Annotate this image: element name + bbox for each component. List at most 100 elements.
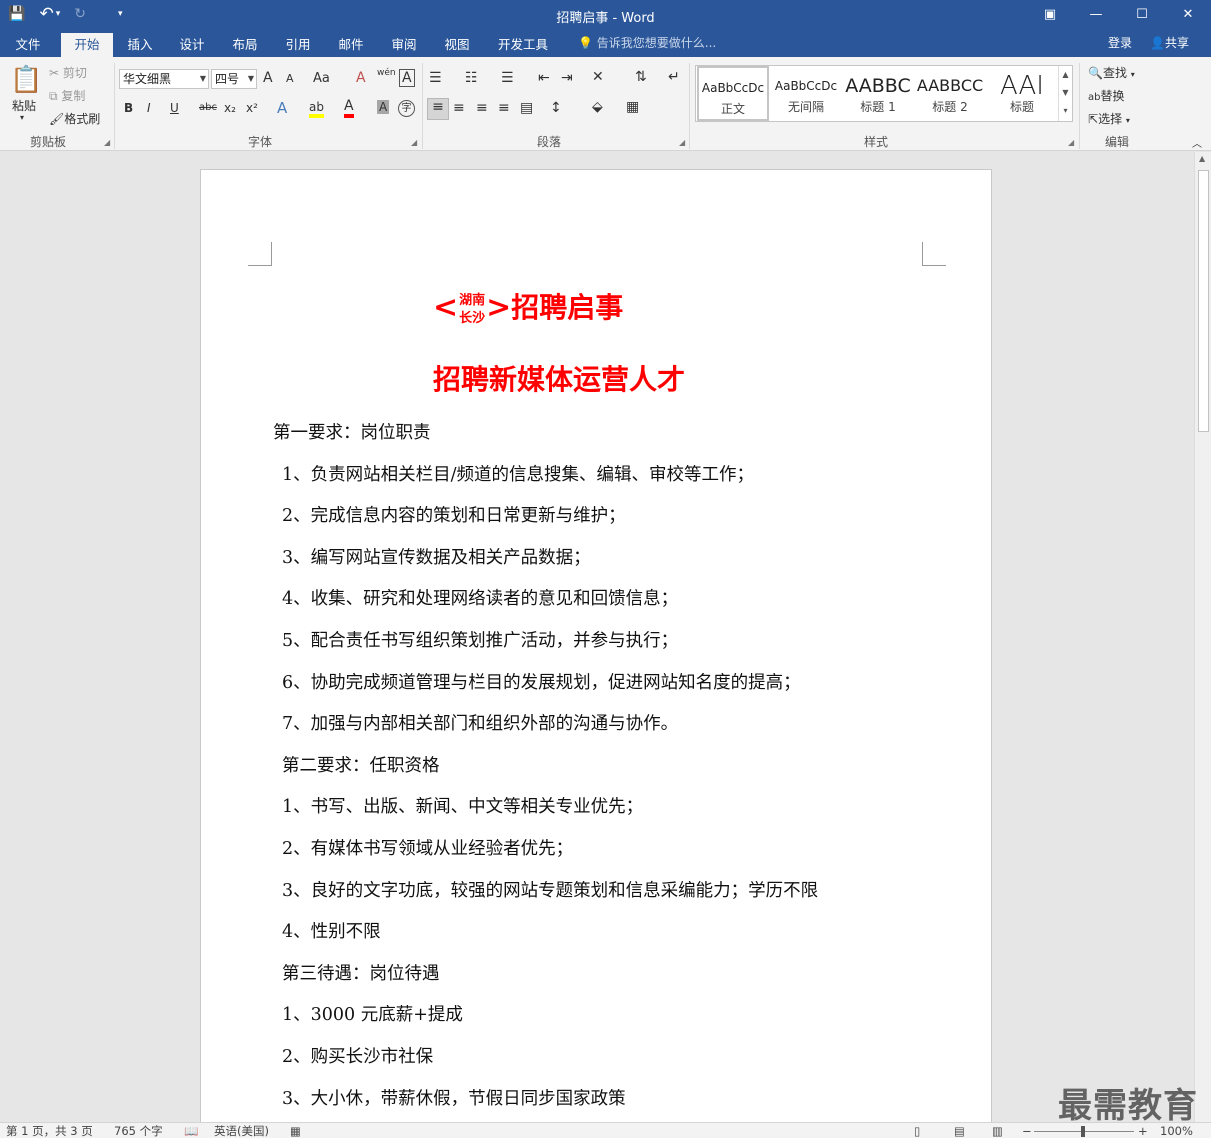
text-effects-button[interactable]: A bbox=[277, 99, 287, 117]
enclose-character-button[interactable]: 字 bbox=[398, 100, 415, 117]
list-item: 2、购买长沙市社保 bbox=[282, 1047, 434, 1067]
section-heading: 第三待遇：岗位待遇 bbox=[282, 964, 440, 984]
style-heading-2[interactable]: AABBCC 标题 2 bbox=[914, 66, 986, 121]
font-color-button[interactable]: A bbox=[344, 99, 354, 118]
style-name: 标题 2 bbox=[932, 100, 968, 114]
font-size-combo[interactable]: 四号 ▼ bbox=[211, 69, 257, 89]
character-border-button[interactable]: A bbox=[399, 69, 415, 87]
lightbulb-icon: 💡 bbox=[578, 36, 593, 50]
increase-indent-icon[interactable]: ⇥ bbox=[561, 70, 573, 86]
copy-button[interactable]: ⧉ 复制 bbox=[49, 87, 85, 104]
style-heading-1[interactable]: AABBC 标题 1 bbox=[842, 66, 914, 121]
italic-button[interactable]: I bbox=[147, 101, 151, 115]
grow-font-button[interactable]: A bbox=[263, 70, 273, 86]
sort-icon[interactable]: ⇅ bbox=[635, 69, 647, 85]
login-button[interactable]: 登录 bbox=[1108, 33, 1132, 53]
paragraph-launcher-icon[interactable]: ◢ bbox=[679, 138, 685, 147]
align-left-icon[interactable]: ≡ bbox=[427, 98, 449, 120]
web-layout-icon[interactable]: ▥ bbox=[992, 1124, 1003, 1138]
style-no-spacing[interactable]: AaBbCcDc 无间隔 bbox=[770, 66, 842, 121]
align-right-icon[interactable]: ≡ bbox=[476, 100, 488, 116]
tab-file[interactable]: 文件 bbox=[4, 33, 52, 57]
styles-scroll-icon[interactable]: ▲ ▼ ▾ bbox=[1058, 66, 1072, 121]
bold-button[interactable]: B bbox=[124, 101, 133, 115]
document-page[interactable]: <湖南 长沙>招聘启事 招聘新媒体运营人才 第一要求：岗位职责 1、负责网站相关栏… bbox=[200, 169, 992, 1122]
search-icon: 🔍 bbox=[1088, 66, 1103, 80]
maximize-button[interactable]: ☐ bbox=[1119, 0, 1165, 29]
list-item: 4、性别不限 bbox=[282, 922, 381, 942]
zoom-slider-thumb[interactable] bbox=[1081, 1126, 1085, 1137]
style-normal[interactable]: AaBbCcDc 正文 bbox=[697, 66, 769, 121]
cut-button[interactable]: ✂ 剪切 bbox=[49, 64, 87, 81]
replace-label: 替换 bbox=[1100, 89, 1125, 103]
tell-me-box[interactable]: 💡 告诉我您想要做什么... bbox=[578, 33, 716, 53]
read-mode-icon[interactable]: ▯ bbox=[914, 1124, 920, 1138]
highlight-button[interactable]: ab bbox=[309, 100, 324, 118]
minimize-button[interactable]: — bbox=[1073, 0, 1119, 29]
align-center-icon[interactable]: ≡ bbox=[453, 100, 465, 116]
tab-insert[interactable]: 插入 bbox=[116, 33, 164, 57]
vertical-scrollbar[interactable]: ▲ bbox=[1194, 152, 1211, 1122]
select-button[interactable]: ⇱选择 ▾ bbox=[1088, 110, 1130, 127]
multilevel-list-icon[interactable]: ☰ bbox=[501, 70, 514, 86]
asian-layout-icon[interactable]: ✕ bbox=[592, 69, 604, 85]
style-preview: AABBCC bbox=[916, 76, 984, 95]
shading-icon[interactable]: ⬙ bbox=[592, 99, 603, 115]
tab-view[interactable]: 视图 bbox=[433, 33, 481, 57]
underline-button[interactable]: U bbox=[170, 101, 179, 115]
tab-review[interactable]: 审阅 bbox=[380, 33, 428, 57]
print-layout-icon[interactable]: ▤ bbox=[954, 1124, 965, 1138]
document-canvas[interactable]: <湖南 长沙>招聘启事 招聘新媒体运营人才 第一要求：岗位职责 1、负责网站相关栏… bbox=[0, 152, 1194, 1122]
share-label: 共享 bbox=[1164, 36, 1189, 50]
find-button[interactable]: 🔍查找 ▾ bbox=[1088, 64, 1135, 81]
language-indicator[interactable]: 英语(美国) bbox=[214, 1124, 269, 1138]
subscript-button[interactable]: x₂ bbox=[224, 101, 236, 115]
zoom-level[interactable]: 100% bbox=[1160, 1124, 1193, 1138]
list-item: 3、大小休，带薪休假，节假日同步国家政策 bbox=[282, 1089, 626, 1109]
proofing-icon[interactable]: 📖 bbox=[184, 1124, 198, 1138]
word-count[interactable]: 765 个字 bbox=[114, 1124, 163, 1138]
zoom-out-button[interactable]: − bbox=[1022, 1124, 1032, 1138]
show-marks-icon[interactable]: ↵ bbox=[668, 69, 680, 85]
paste-icon[interactable]: 📋 bbox=[10, 65, 42, 95]
tab-references[interactable]: 引用 bbox=[274, 33, 322, 57]
tab-home[interactable]: 开始 bbox=[61, 33, 113, 57]
superscript-button[interactable]: x² bbox=[246, 101, 258, 115]
distributed-icon[interactable]: ▤ bbox=[520, 100, 533, 116]
format-painter-button[interactable]: 🖌格式刷 bbox=[49, 110, 100, 127]
style-title[interactable]: AAI 标题 bbox=[986, 66, 1058, 121]
tab-design[interactable]: 设计 bbox=[168, 33, 216, 57]
scrollbar-thumb[interactable] bbox=[1198, 170, 1209, 432]
tab-layout[interactable]: 布局 bbox=[221, 33, 269, 57]
line-spacing-icon[interactable]: ↕ bbox=[550, 100, 562, 116]
tab-mailings[interactable]: 邮件 bbox=[327, 33, 375, 57]
character-shading-button[interactable]: A bbox=[377, 100, 390, 114]
ribbon-display-icon[interactable]: ▣ bbox=[1027, 0, 1073, 29]
close-button[interactable]: ✕ bbox=[1165, 0, 1211, 29]
justify-icon[interactable]: ≡ bbox=[498, 100, 510, 116]
zoom-in-button[interactable]: + bbox=[1138, 1124, 1148, 1138]
borders-icon[interactable]: ▦ bbox=[626, 99, 639, 115]
scroll-up-icon[interactable]: ▲ bbox=[1199, 154, 1205, 163]
chevron-down-icon: ▼ bbox=[199, 74, 206, 83]
page-count[interactable]: 第 1 页，共 3 页 bbox=[6, 1124, 93, 1138]
paste-dropdown-icon[interactable]: ▾ bbox=[20, 113, 24, 122]
strikethrough-button[interactable]: abc bbox=[199, 102, 217, 113]
phonetic-guide-button[interactable]: wén bbox=[377, 68, 396, 78]
macro-record-icon[interactable]: ▦ bbox=[290, 1124, 301, 1138]
paste-button[interactable]: 粘贴 bbox=[12, 97, 36, 114]
replace-button[interactable]: ab替换 bbox=[1088, 87, 1125, 104]
decrease-indent-icon[interactable]: ⇤ bbox=[538, 70, 550, 86]
styles-launcher-icon[interactable]: ◢ bbox=[1068, 138, 1074, 147]
clear-format-button[interactable]: A bbox=[356, 70, 366, 86]
tab-developer[interactable]: 开发工具 bbox=[492, 33, 554, 57]
font-name-combo[interactable]: 华文细黑 ▼ bbox=[119, 69, 209, 89]
font-launcher-icon[interactable]: ◢ bbox=[411, 138, 417, 147]
clipboard-launcher-icon[interactable]: ◢ bbox=[104, 138, 110, 147]
change-case-button[interactable]: Aa bbox=[313, 71, 330, 86]
bullets-icon[interactable]: ☰ bbox=[429, 70, 442, 86]
collapse-ribbon-icon[interactable]: ︿ bbox=[1192, 135, 1202, 150]
share-button[interactable]: 👤共享 bbox=[1150, 33, 1189, 53]
numbering-icon[interactable]: ☷ bbox=[465, 70, 478, 86]
shrink-font-button[interactable]: A bbox=[286, 72, 294, 85]
